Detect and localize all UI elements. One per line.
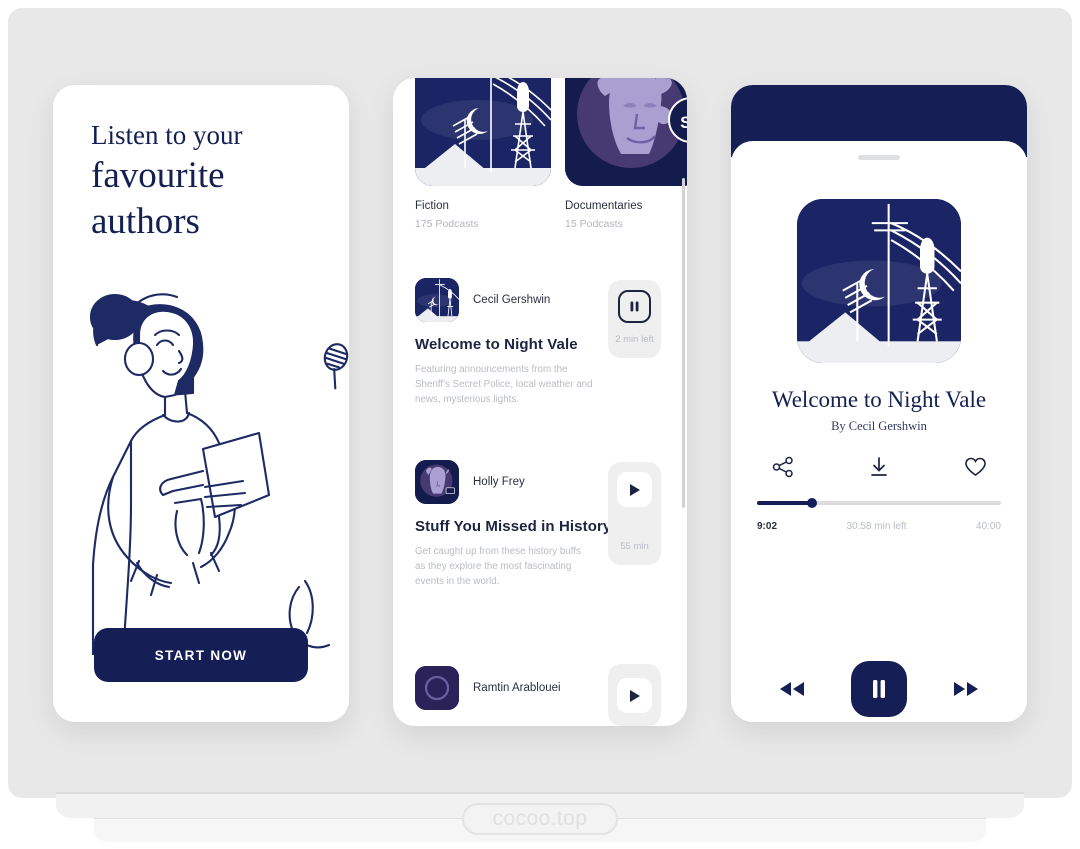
category-card-documentaries[interactable]: ST Documentaries 15 Podcasts xyxy=(565,78,687,230)
player-track-title: Welcome to Night Vale xyxy=(771,387,987,412)
episode-description: Get caught up from these history buffs a… xyxy=(415,546,581,588)
speaker-pill xyxy=(858,155,900,160)
play-icon[interactable] xyxy=(617,472,652,507)
time-current: 9:02 xyxy=(757,520,778,532)
player-sheet: Welcome to Night Vale By Cecil Gershwin xyxy=(731,141,1027,722)
category-count: 175 Podcasts xyxy=(415,218,479,230)
episode-thumbnail xyxy=(415,666,459,710)
progress-track[interactable] xyxy=(757,497,1001,508)
episode-author: Ramtin Arablouei xyxy=(473,682,561,694)
playback-progress[interactable]: 9:02 30:58 min left 40:00 xyxy=(757,497,1001,532)
fast-forward-icon[interactable] xyxy=(951,681,981,697)
progress-fill xyxy=(757,501,812,505)
start-now-button[interactable]: START NOW xyxy=(94,628,308,682)
player-screen: Welcome to Night Vale By Cecil Gershwin xyxy=(731,85,1027,722)
player-track-byline: By Cecil Gershwin xyxy=(831,419,927,433)
watermark: cocoo.top xyxy=(462,803,618,835)
onboarding-screen: Listen to your favourite authors START N… xyxy=(53,85,349,722)
pause-icon[interactable] xyxy=(618,290,651,323)
favorite-icon[interactable] xyxy=(961,453,989,481)
browse-screen: Fiction 175 Podcasts S Documentaries 15 … xyxy=(393,78,687,726)
download-icon[interactable] xyxy=(865,453,893,481)
episode-play-control[interactable]: 55 min xyxy=(608,462,661,565)
category-name: Fiction xyxy=(415,200,449,212)
time-row: 9:02 30:58 min left 40:00 xyxy=(757,521,1001,532)
episode-thumbnail xyxy=(415,460,459,504)
time-total: 40:00 xyxy=(975,520,1001,532)
pause-icon[interactable] xyxy=(851,661,907,717)
progress-knob[interactable] xyxy=(806,497,817,508)
vertical-scrollbar[interactable] xyxy=(682,178,685,508)
category-card-row: Fiction 175 Podcasts S Documentaries 15 … xyxy=(393,78,687,230)
album-artwork xyxy=(797,199,961,363)
headline-line-2: favourite xyxy=(91,154,225,196)
rewind-icon[interactable] xyxy=(777,681,807,697)
headline-line-1: Listen to your xyxy=(91,120,243,150)
player-action-row xyxy=(731,453,1027,481)
browse-scroll-area[interactable]: Fiction 175 Podcasts S Documentaries 15 … xyxy=(393,78,687,726)
page-title: Listen to your favourite authors xyxy=(91,120,321,243)
category-artwork-night-vale xyxy=(415,78,551,186)
episode-duration: 55 min xyxy=(620,541,649,552)
category-card-fiction[interactable]: Fiction 175 Podcasts xyxy=(415,78,551,230)
category-artwork-portrait: ST xyxy=(565,78,687,186)
time-remaining: 30:58 min left xyxy=(846,520,907,532)
episode-author: Holly Frey xyxy=(473,476,525,488)
share-icon[interactable] xyxy=(769,453,797,481)
episode-author: Cecil Gershwin xyxy=(473,294,551,306)
category-name: Documentaries xyxy=(565,200,643,212)
episode-play-control[interactable]: 2 min left xyxy=(608,280,661,358)
episode-description: Featuring announcements from the Sheriff… xyxy=(415,364,593,406)
headline-line-3: authors xyxy=(91,200,200,242)
category-count: 15 Podcasts xyxy=(565,218,623,230)
listener-illustration xyxy=(53,265,349,657)
svg-text:ST: ST xyxy=(680,113,687,132)
episode-duration: 2 min left xyxy=(615,334,654,345)
play-icon[interactable] xyxy=(617,678,652,713)
transport-controls xyxy=(731,661,1027,717)
episode-thumbnail xyxy=(415,278,459,322)
episode-play-control[interactable] xyxy=(608,664,661,726)
